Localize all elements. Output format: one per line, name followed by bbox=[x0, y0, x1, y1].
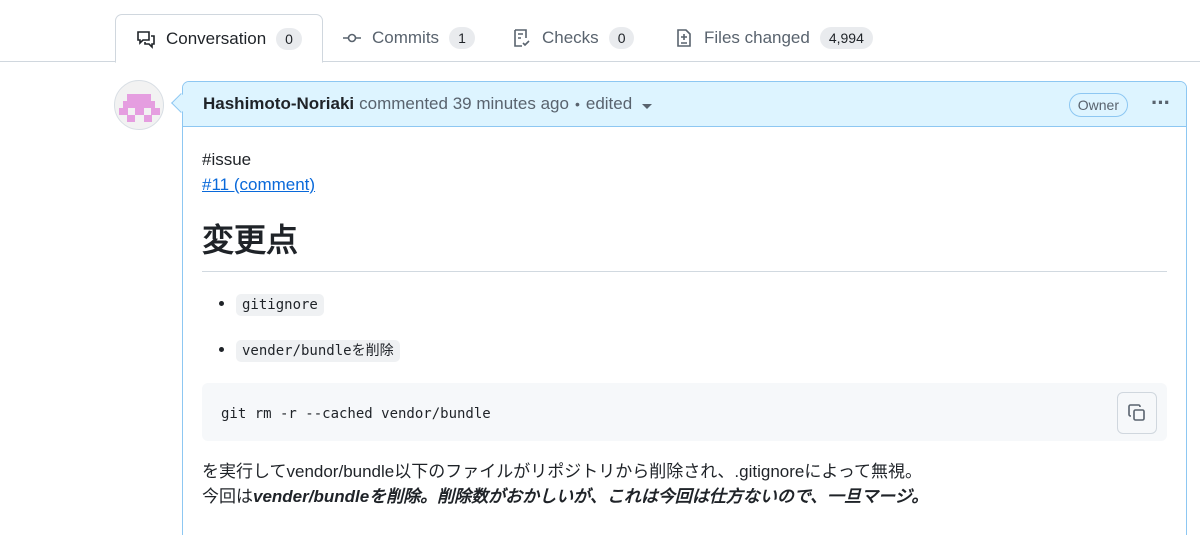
paragraph-line: を実行してvendor/bundle以下のファイルがリポジトリから削除され、.g… bbox=[202, 462, 922, 481]
tab-label: Commits bbox=[372, 28, 440, 47]
change-list: gitignore vender/bundleを削除 bbox=[202, 291, 1167, 364]
tab-files-changed[interactable]: Files changed 4,994 bbox=[673, 14, 873, 62]
tab-label: Conversation bbox=[166, 28, 267, 48]
comment-time[interactable]: 39 minutes ago bbox=[453, 94, 569, 114]
tab-conversation[interactable]: Conversation 0 bbox=[115, 14, 323, 63]
chevron-down-icon[interactable] bbox=[642, 103, 653, 109]
paragraph-emphasis: vender/bundleを削除。削除数がおかしいが、これは今回は仕方ないので、… bbox=[253, 487, 929, 506]
issue-tag: #issue bbox=[202, 150, 252, 169]
inline-code: gitignore bbox=[236, 294, 324, 316]
description-paragraph: を実行してvendor/bundle以下のファイルがリポジトリから削除され、.g… bbox=[202, 459, 1167, 509]
inline-code: vender/bundleを削除 bbox=[236, 340, 400, 362]
comment-box: Hashimoto-Noriaki commented 39 minutes a… bbox=[182, 81, 1187, 535]
code-text: git rm -r --cached vendor/bundle bbox=[221, 406, 491, 422]
tab-label: Files changed bbox=[704, 28, 810, 47]
code-block: git rm -r --cached vendor/bundle bbox=[202, 383, 1167, 441]
comment-body: #issue #11 (comment) 変更点 gitignore vende… bbox=[183, 127, 1186, 529]
kebab-menu-icon[interactable]: ··· bbox=[1151, 90, 1171, 116]
paragraph-line: 今回はvender/bundleを削除。削除数がおかしいが、これは今回は仕方ない… bbox=[202, 484, 1167, 509]
comment-author[interactable]: Hashimoto-Noriaki bbox=[203, 94, 354, 114]
file-diff-icon bbox=[673, 27, 695, 49]
tab-counter: 1 bbox=[449, 27, 475, 49]
copy-icon bbox=[1128, 404, 1145, 421]
copy-button[interactable] bbox=[1117, 392, 1157, 434]
tab-counter: 4,994 bbox=[819, 27, 873, 49]
comment-action: commented bbox=[359, 94, 448, 113]
section-heading: 変更点 bbox=[202, 219, 1167, 272]
list-item: gitignore bbox=[236, 291, 1167, 318]
tab-label: Checks bbox=[542, 28, 599, 47]
list-item: vender/bundleを削除 bbox=[236, 337, 1167, 364]
identicon-icon bbox=[119, 94, 160, 122]
separator-dot: • bbox=[574, 96, 580, 112]
checklist-icon bbox=[511, 27, 533, 49]
edited-label[interactable]: edited bbox=[586, 94, 632, 114]
comment-header: Hashimoto-Noriaki commented 39 minutes a… bbox=[183, 82, 1186, 127]
commit-icon bbox=[341, 27, 363, 49]
owner-badge: Owner bbox=[1068, 93, 1128, 117]
avatar[interactable] bbox=[114, 80, 164, 130]
conversation-icon bbox=[135, 28, 157, 50]
tab-commits[interactable]: Commits 1 bbox=[341, 14, 475, 62]
paragraph-prefix: 今回は bbox=[202, 487, 253, 506]
tab-counter: 0 bbox=[608, 27, 635, 49]
tab-counter: 0 bbox=[276, 27, 302, 50]
pr-tabs: Conversation 0 Commits 1 Checks 0 Files … bbox=[0, 0, 1200, 63]
tab-checks[interactable]: Checks 0 bbox=[511, 14, 635, 62]
comment-link[interactable]: #11 (comment) bbox=[202, 175, 315, 194]
